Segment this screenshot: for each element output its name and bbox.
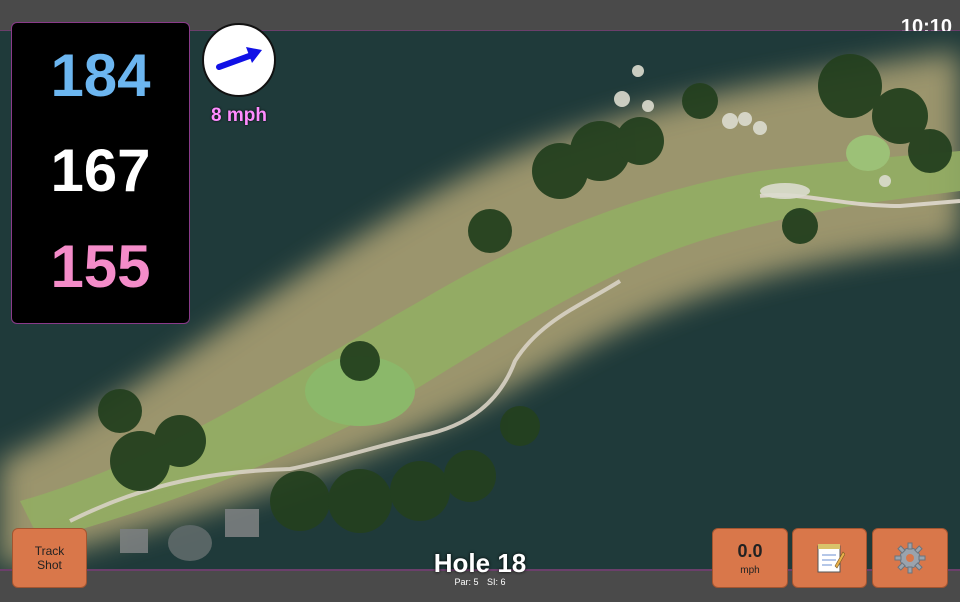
speed-unit: mph: [740, 564, 760, 576]
notes-button[interactable]: [792, 528, 867, 588]
hole-si: SI: 6: [487, 577, 506, 587]
hole-par: Par: 5: [454, 577, 479, 587]
speed-value: 0.0: [737, 540, 763, 561]
gear-icon: [894, 542, 926, 574]
back-yardage: 184: [50, 42, 151, 109]
track-shot-label-line1: Track: [34, 544, 65, 558]
front-yardage: 155: [50, 233, 151, 300]
track-shot-label-line2: Shot: [37, 558, 62, 572]
notepad-icon: [817, 544, 845, 573]
hole-title: Hole 18: [433, 548, 527, 578]
middle-yardage: 167: [50, 137, 151, 204]
wind-direction-arrow-icon: [216, 47, 262, 70]
settings-button[interactable]: [872, 528, 948, 588]
track-shot-button[interactable]: Track Shot: [12, 528, 87, 588]
hole-meta: Par: 5 SI: 6: [380, 577, 580, 587]
wind-dial: [202, 23, 276, 97]
wind-speed: 8 mph: [211, 105, 267, 126]
yardage-panel: 184 167 155: [11, 22, 190, 324]
speed-button[interactable]: 0.0 mph: [712, 528, 788, 588]
